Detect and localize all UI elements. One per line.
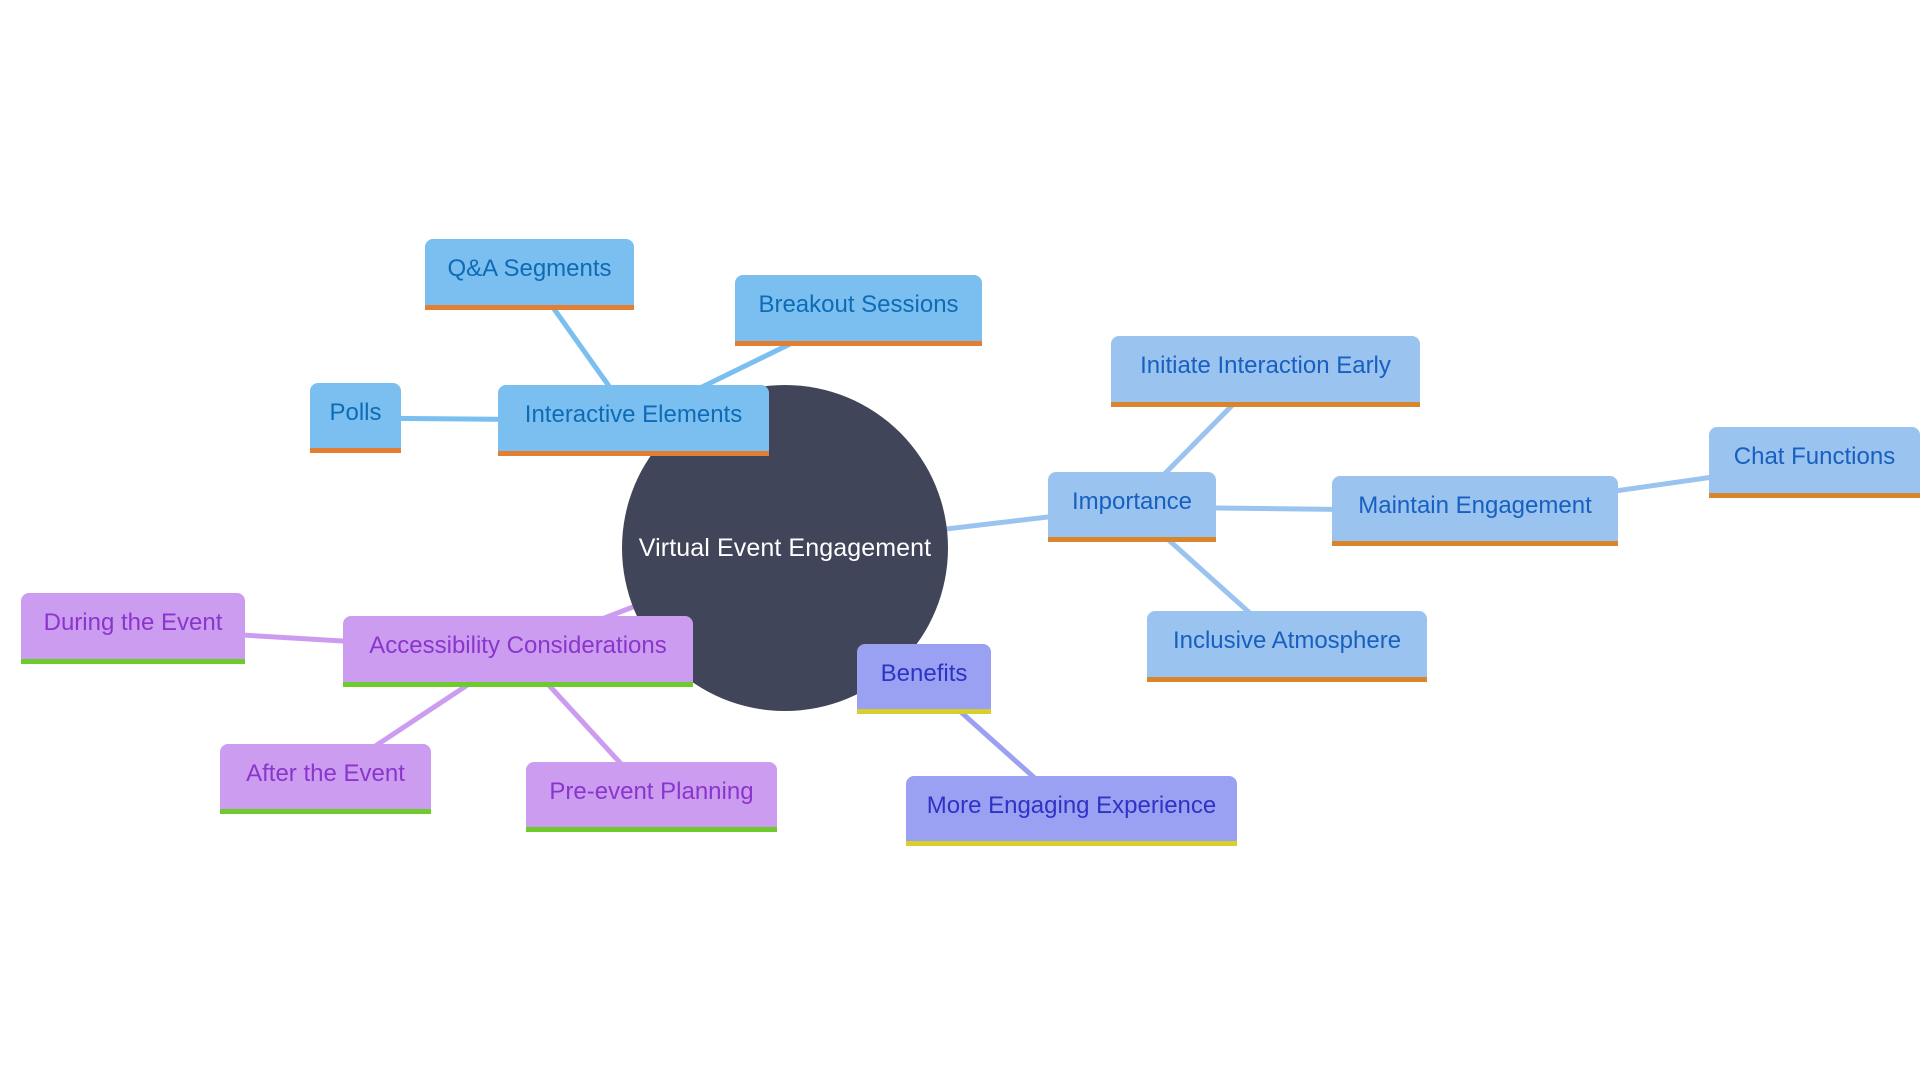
node-label: Polls [329,398,382,426]
mindmap-canvas: Virtual Event Engagement Interactive Ele… [0,0,1920,1080]
node-during-the-event[interactable]: During the Event [21,593,245,664]
node-label: After the Event [246,759,405,787]
node-importance[interactable]: Importance [1048,472,1216,542]
node-breakout-sessions[interactable]: Breakout Sessions [735,275,982,346]
node-interactive-elements[interactable]: Interactive Elements [498,385,769,456]
node-label: Initiate Interaction Early [1140,352,1391,379]
node-inclusive-atmosphere[interactable]: Inclusive Atmosphere [1147,611,1427,682]
node-label: Chat Functions [1733,443,1896,470]
node-label: Inclusive Atmosphere [1172,627,1402,654]
node-label: Q&A Segments [447,255,612,282]
node-label: Pre-event Planning [549,777,754,805]
node-label: Maintain Engagement [1358,491,1592,519]
node-accessibility-considerations[interactable]: Accessibility Considerations [343,616,693,687]
node-label: During the Event [43,609,223,636]
node-after-the-event[interactable]: After the Event [220,744,431,814]
root-label: Virtual Event Engagement [638,533,932,562]
node-label: Interactive Elements [524,401,743,428]
node-label: Importance [1071,487,1193,515]
node-chat-functions[interactable]: Chat Functions [1709,427,1920,498]
node-label: Accessibility Considerations [369,632,667,659]
node-initiate-interaction-early[interactable]: Initiate Interaction Early [1111,336,1420,407]
node-more-engaging-experience[interactable]: More Engaging Experience [906,776,1237,846]
node-qa-segments[interactable]: Q&A Segments [425,239,634,310]
node-label: More Engaging Experience [926,791,1217,819]
node-benefits[interactable]: Benefits [857,644,991,714]
node-label: Benefits [880,659,968,687]
edge-layer [132,273,1815,813]
node-polls[interactable]: Polls [310,383,401,453]
node-maintain-engagement[interactable]: Maintain Engagement [1332,476,1618,546]
node-label: Breakout Sessions [758,291,959,318]
node-pre-event-planning[interactable]: Pre-event Planning [526,762,777,832]
